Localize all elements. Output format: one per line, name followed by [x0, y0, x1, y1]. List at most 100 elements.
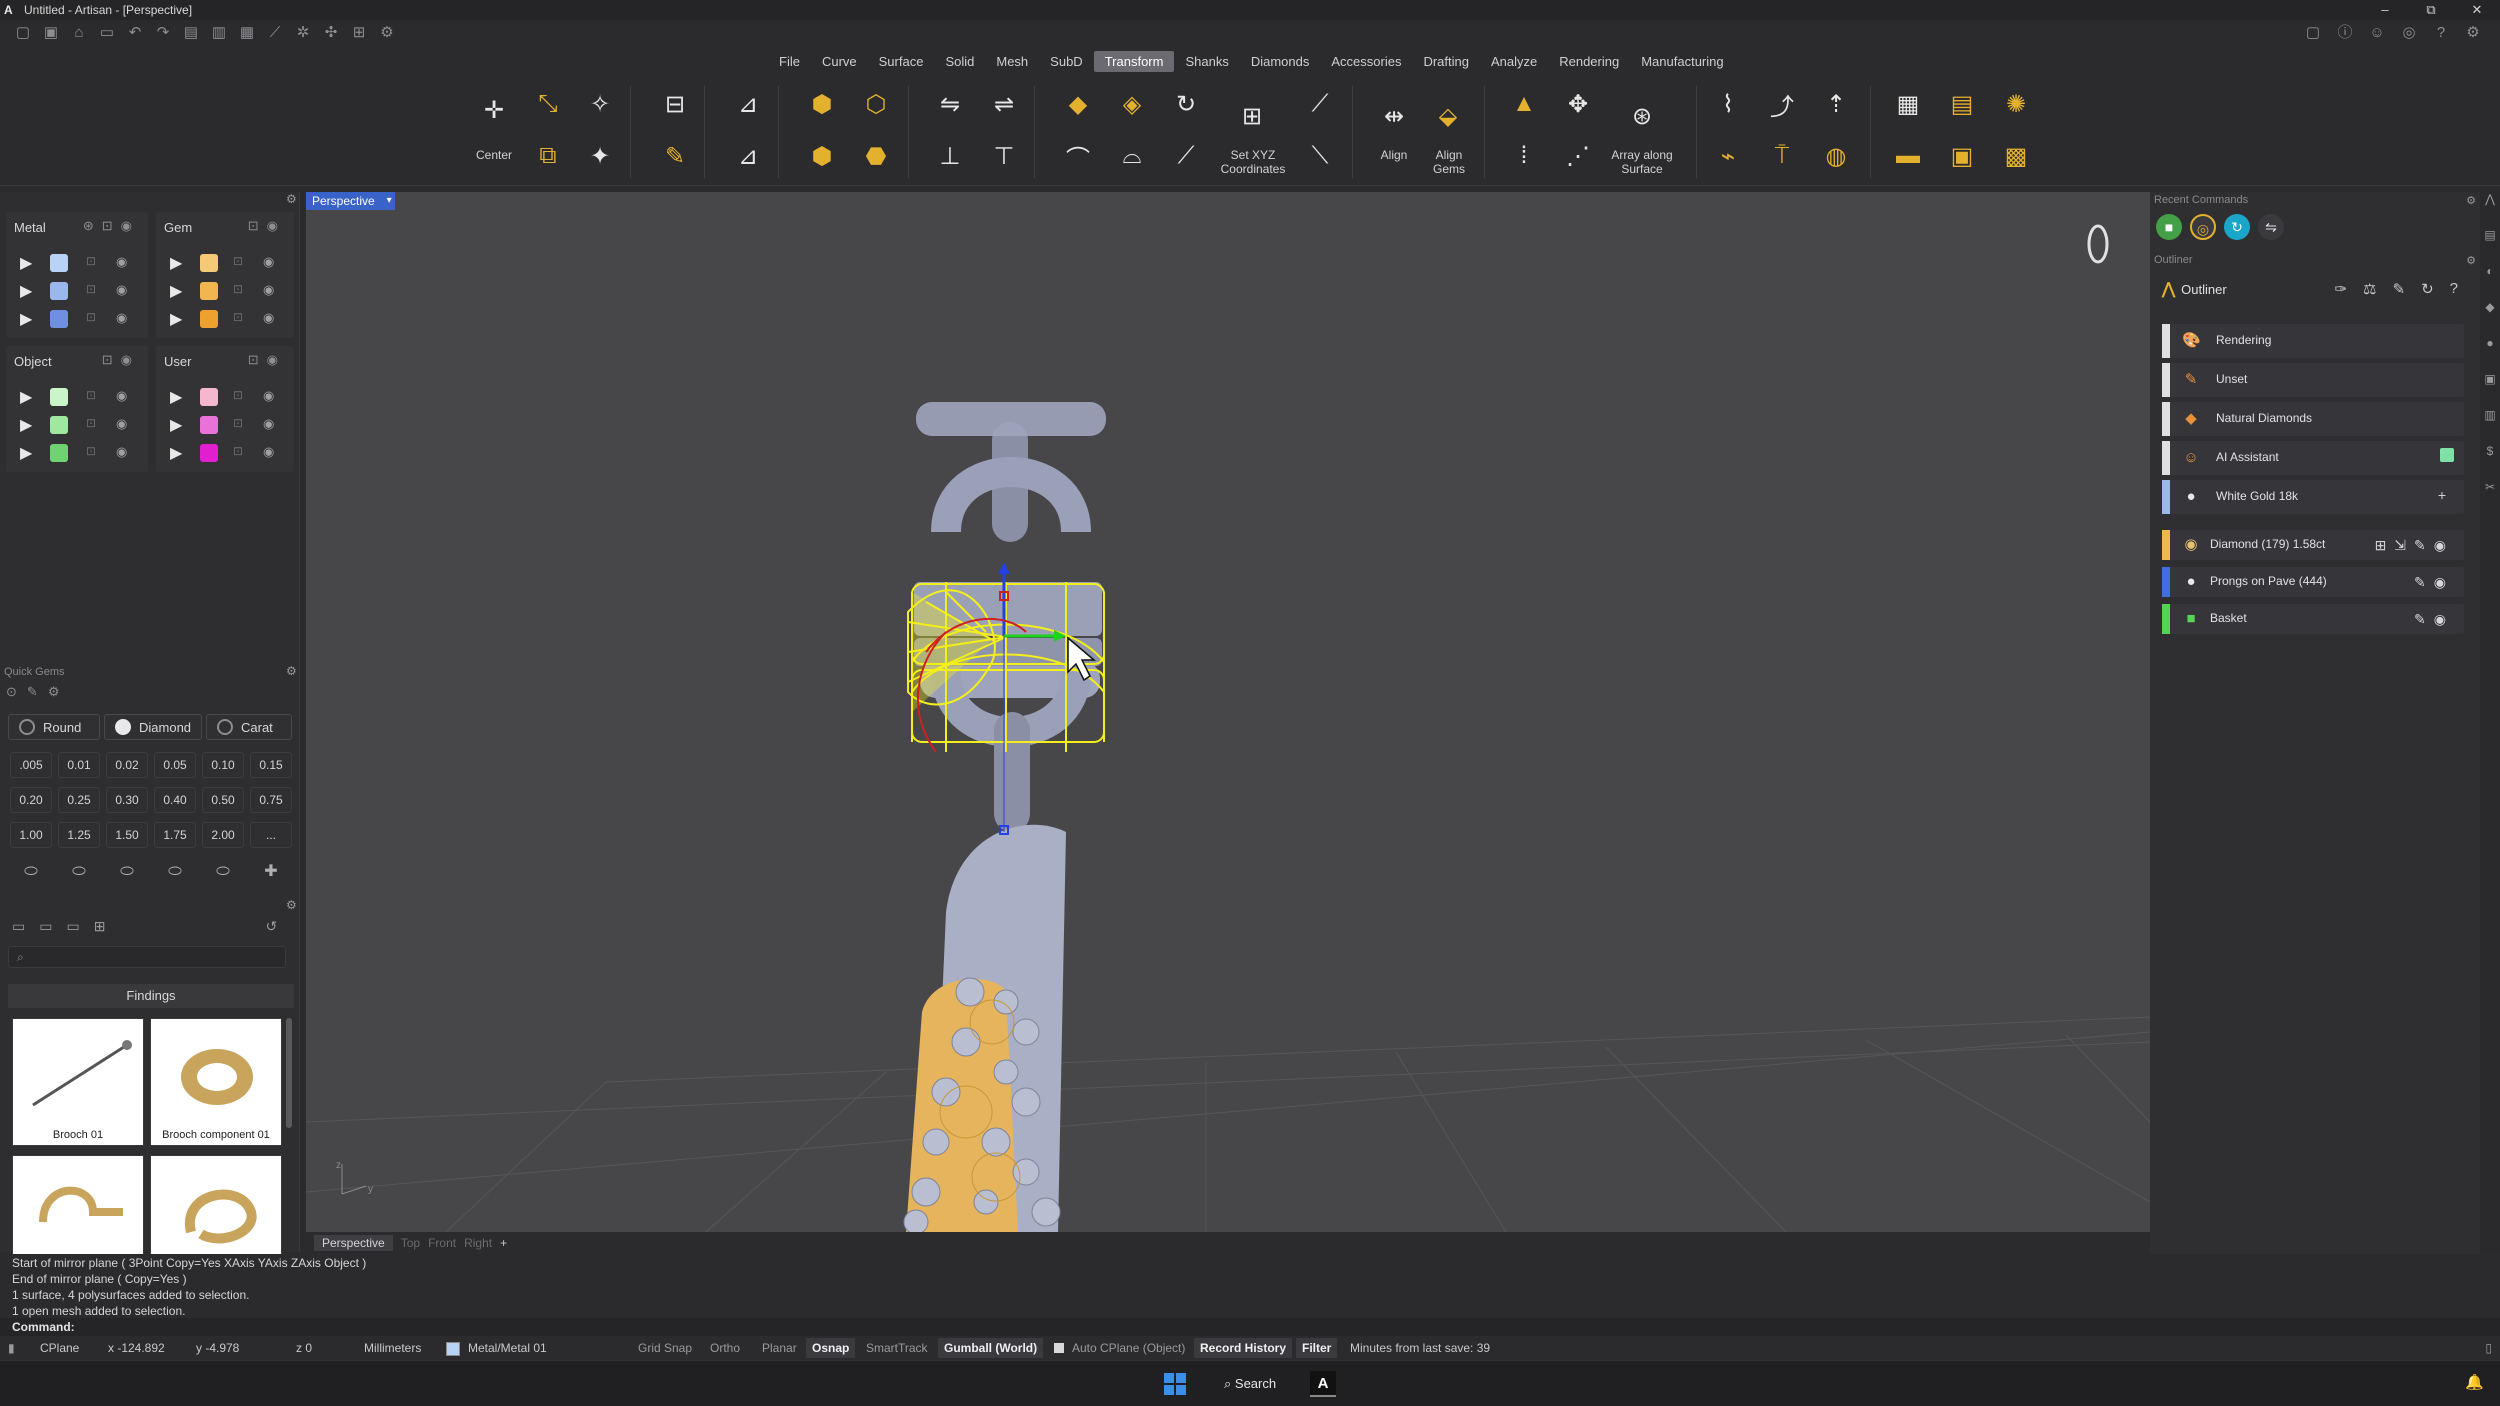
menu-curve[interactable]: Curve [811, 51, 868, 72]
object-actions[interactable]: ✎◉ [2414, 574, 2454, 591]
play-icon[interactable]: ▶ [170, 309, 182, 329]
viewport-scene[interactable]: z y [306, 192, 2150, 1232]
drag-icon[interactable]: ⟋ [1166, 136, 1206, 176]
eye-icon[interactable]: ◉ [116, 444, 127, 460]
orient-icon[interactable]: ⊟ [655, 84, 695, 124]
gem-pick-icon[interactable]: ⊙ [6, 684, 17, 702]
library-icon[interactable]: ▣ [2480, 372, 2500, 408]
status-ortho[interactable]: Ortho [710, 1341, 740, 1355]
library-scrollbar[interactable] [286, 1018, 292, 1128]
redo-icon[interactable]: ↷ [154, 24, 172, 42]
scale-3d-icon[interactable]: ⬣ [856, 136, 896, 176]
view-tab-right[interactable]: Right [464, 1236, 492, 1250]
flip-icon[interactable]: ⊥ [930, 136, 970, 176]
library-settings-icon[interactable]: ⚙ [286, 898, 297, 912]
cage-edit-icon[interactable]: ▤ [1942, 84, 1982, 124]
lock-icon[interactable]: ⊡ [233, 310, 243, 324]
chart-icon[interactable]: ⟋ [266, 24, 284, 42]
layer-color-swatch[interactable] [200, 388, 218, 406]
status-panel-right-icon[interactable]: ▯ [2485, 1341, 2492, 1355]
status-auto-cplane[interactable]: Auto CPlane (Object) [1072, 1341, 1185, 1355]
outliner-material-row[interactable]: ● White Gold 18k + [2162, 480, 2464, 514]
refresh-icon[interactable]: ↻ [2421, 280, 2434, 298]
gem-size-button[interactable]: 0.05 [154, 752, 196, 778]
orient-curve-icon[interactable]: ⟋ [1300, 84, 1340, 124]
gem-size-button[interactable]: ... [250, 822, 292, 848]
command-prompt[interactable]: Command: [0, 1318, 2500, 1336]
object-actions[interactable]: ⊞⇲✎◉ [2375, 537, 2454, 554]
cut-round-icon[interactable]: ⬭ [10, 860, 52, 886]
outliner-object-row[interactable]: ● Prongs on Pave (444) ✎◉ [2162, 567, 2464, 597]
play-icon[interactable]: ▶ [170, 387, 182, 407]
status-panel-icon[interactable]: ▮ [8, 1341, 15, 1355]
eye-icon[interactable]: ◉ [263, 388, 274, 404]
eye-icon[interactable]: ◉ [263, 416, 274, 432]
cut-oval-icon[interactable]: ⬭ [58, 860, 100, 886]
outliner-material-row[interactable]: 🎨 Rendering [2162, 324, 2464, 358]
play-icon[interactable]: ▶ [170, 443, 182, 463]
library-item[interactable]: Brooch 01 [12, 1018, 144, 1146]
box-edit-icon[interactable]: ▬ [1888, 136, 1928, 176]
view-tab-top[interactable]: Top [401, 1236, 420, 1250]
cut-custom-icon[interactable]: ✚ [250, 860, 292, 886]
outliner-material-row[interactable]: ✎ Unset [2162, 363, 2464, 397]
play-icon[interactable]: ▶ [170, 415, 182, 435]
gem-size-button[interactable]: 0.20 [10, 787, 52, 813]
eye-icon[interactable]: ◉ [116, 388, 127, 404]
add-folder-icon[interactable]: ▭ [39, 918, 52, 938]
mirror-icon[interactable]: ⇋ [930, 84, 970, 124]
play-icon[interactable]: ▶ [20, 387, 32, 407]
chat-icon[interactable]: ◎ [2400, 24, 2418, 42]
play-icon[interactable]: ▶ [20, 281, 32, 301]
status-auto-cplane-checkbox[interactable] [1054, 1343, 1064, 1353]
array-surface-label[interactable]: Array along Surface [1604, 148, 1680, 176]
lock-icon[interactable]: ⊡ [86, 254, 96, 268]
align-icon[interactable]: ⇹ [1374, 96, 1414, 136]
bend-icon[interactable]: ⌇ [1708, 84, 1748, 124]
layer-color-swatch[interactable] [200, 310, 218, 328]
gem-size-button[interactable]: 1.25 [58, 822, 100, 848]
grid-array-icon[interactable]: ⁞ [1504, 136, 1544, 176]
layer-color-swatch[interactable] [50, 416, 68, 434]
view-tab-perspective[interactable]: Perspective [314, 1235, 393, 1251]
menu-analyze[interactable]: Analyze [1480, 51, 1548, 72]
flow-icon[interactable]: ⤴ [1762, 84, 1802, 124]
scatter-icon[interactable]: ✥ [1558, 84, 1598, 124]
library-category[interactable]: Findings [8, 984, 294, 1008]
lock-icon[interactable]: ⊡ [86, 444, 96, 458]
scale-icon[interactable]: ⬢ [802, 84, 842, 124]
play-icon[interactable]: ▶ [20, 415, 32, 435]
lock-icon[interactable]: ⊡ [233, 282, 243, 296]
array-surface-icon[interactable]: ⊛ [1622, 96, 1662, 136]
menu-rendering[interactable]: Rendering [1548, 51, 1630, 72]
layer-color-swatch[interactable] [50, 444, 68, 462]
viewport-menu-caret-icon[interactable]: ▾ [387, 192, 392, 210]
lock-icon[interactable]: ⊡ [86, 282, 96, 296]
cut-pear-icon[interactable]: ⬭ [154, 860, 196, 886]
lock-icon[interactable]: ⊡ [233, 254, 243, 268]
gem-edit-icon[interactable]: ✎ [27, 684, 38, 702]
recent-command-mirror-icon[interactable]: ⇋ [2258, 214, 2284, 240]
menu-manufacturing[interactable]: Manufacturing [1630, 51, 1734, 72]
rotate-3d-icon[interactable]: ⊿ [728, 136, 768, 176]
layer-color-swatch[interactable] [50, 282, 68, 300]
menu-subd[interactable]: SubD [1039, 51, 1094, 72]
eye-icon[interactable]: ◉ [263, 282, 274, 298]
array-polar-icon[interactable]: ◈ [1112, 84, 1152, 124]
rotate-icon[interactable]: ⊿ [728, 84, 768, 124]
quick-gems-settings-icon[interactable]: ⚙ [286, 664, 297, 678]
lock-icon[interactable]: ⊡ [233, 444, 243, 458]
menu-surface[interactable]: Surface [868, 51, 935, 72]
add-view-tab-button[interactable]: + [500, 1236, 507, 1250]
center-icon[interactable]: ✛ [474, 90, 514, 130]
warning-triangle-icon[interactable]: ▲ [1504, 84, 1544, 124]
new-file-icon[interactable]: ▢ [14, 24, 32, 42]
curve-array-icon[interactable]: ⋰ [1558, 136, 1598, 176]
eye-icon[interactable]: ◉ [116, 416, 127, 432]
play-icon[interactable]: ▶ [170, 281, 182, 301]
gem-size-button[interactable]: 0.02 [106, 752, 148, 778]
drop-2-icon[interactable]: ⌓ [1112, 136, 1152, 176]
recent-command-gem-icon[interactable]: ◎ [2190, 214, 2216, 240]
status-units[interactable]: Millimeters [364, 1341, 421, 1355]
lock-icon[interactable]: ⊡ [233, 416, 243, 430]
